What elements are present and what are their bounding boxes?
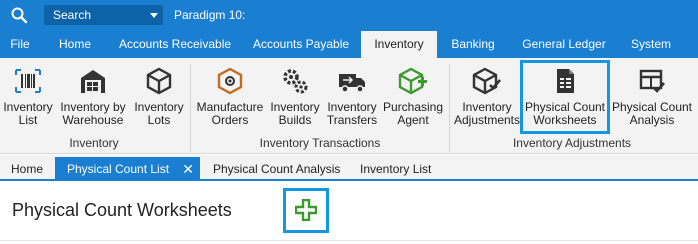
gears-icon (283, 69, 308, 94)
doc-tab-label: Physical Count List (67, 162, 170, 176)
inventory-adjustments-label-2: Adjustments (453, 113, 521, 127)
inventory-lots-button[interactable]: Inventory Lots (131, 58, 187, 136)
tab-accounts-payable[interactable]: Accounts Payable (245, 31, 357, 58)
inventory-transfers-button[interactable]: Inventory Transfers (324, 58, 380, 136)
tab-system[interactable]: System (622, 31, 680, 58)
gear-box-icon (217, 67, 243, 95)
tab-inventory[interactable]: Inventory (361, 31, 437, 58)
group-label-inventory-transactions: Inventory Transactions (259, 136, 381, 150)
truck-icon (339, 74, 365, 93)
add-worksheet-button[interactable] (283, 188, 329, 233)
physical-count-analysis-label-2: Analysis (629, 113, 675, 127)
doc-tab-inventory-list[interactable]: Inventory List (360, 157, 431, 181)
barcode-icon (15, 69, 41, 93)
title-bar: Search Paradigm 10: (0, 0, 698, 31)
group-label-inventory-adjustments: Inventory Adjustments (512, 136, 632, 150)
inventory-adjustments-button[interactable]: Inventory Adjustments (452, 58, 522, 136)
tab-banking[interactable]: Banking (441, 31, 505, 58)
box-plus-icon (398, 67, 427, 95)
inventory-lots-label-2: Lots (147, 113, 171, 127)
group-divider (190, 64, 191, 152)
inventory-transfers-label-2: Transfers (326, 113, 378, 127)
purchasing-agent-label-2: Agent (397, 113, 429, 127)
doc-tab-home[interactable]: Home (11, 157, 43, 181)
inventory-by-warehouse-label-2: Warehouse (62, 113, 124, 127)
inventory-list-label-2: List (18, 113, 38, 127)
manufacture-orders-label-2: Orders (211, 113, 249, 127)
tab-file[interactable]: File (0, 31, 40, 58)
box-icon (146, 67, 172, 95)
manufacture-orders-button[interactable]: Manufacture Orders (194, 58, 266, 136)
tab-general-ledger[interactable]: General Ledger (512, 31, 616, 58)
inventory-list-button[interactable]: Inventory List (0, 58, 56, 136)
plus-icon (295, 199, 317, 221)
inventory-by-warehouse-button[interactable]: Inventory by Warehouse (57, 58, 129, 136)
doc-tab-physical-count-analysis[interactable]: Physical Count Analysis (213, 157, 340, 181)
table-check-icon (639, 69, 665, 93)
page-title: Physical Count Worksheets (12, 200, 232, 220)
doc-tab-physical-count-list[interactable]: Physical Count List ✕ (55, 157, 200, 181)
box-check-icon (472, 67, 501, 95)
company-name: Paradigm 10: (174, 8, 246, 22)
search-label: Search (53, 8, 92, 22)
inventory-builds-label-2: Builds (278, 113, 312, 127)
physical-count-analysis-button[interactable]: Physical Count Analysis (610, 58, 694, 136)
chevron-down-icon (150, 13, 158, 18)
document-tab-bar: Home Physical Count List ✕ Physical Coun… (0, 155, 698, 181)
divider (0, 240, 698, 241)
tab-accounts-receivable[interactable]: Accounts Receivable (108, 31, 242, 58)
search-dropdown[interactable]: Search (44, 5, 163, 25)
tab-home[interactable]: Home (47, 31, 103, 58)
search-icon[interactable] (10, 6, 28, 24)
highlight-box (520, 60, 610, 134)
warehouse-icon (81, 70, 105, 93)
close-icon[interactable]: ✕ (182, 157, 194, 181)
group-label-inventory: Inventory (69, 136, 119, 150)
ribbon-panel: Inventory List Inventory by Warehouse In… (0, 58, 698, 154)
ribbon-tab-bar: File Home Accounts Receivable Accounts P… (0, 31, 698, 58)
purchasing-agent-button[interactable]: Purchasing Agent (380, 58, 446, 136)
group-divider (449, 64, 450, 152)
inventory-builds-button[interactable]: Inventory Builds (267, 58, 323, 136)
